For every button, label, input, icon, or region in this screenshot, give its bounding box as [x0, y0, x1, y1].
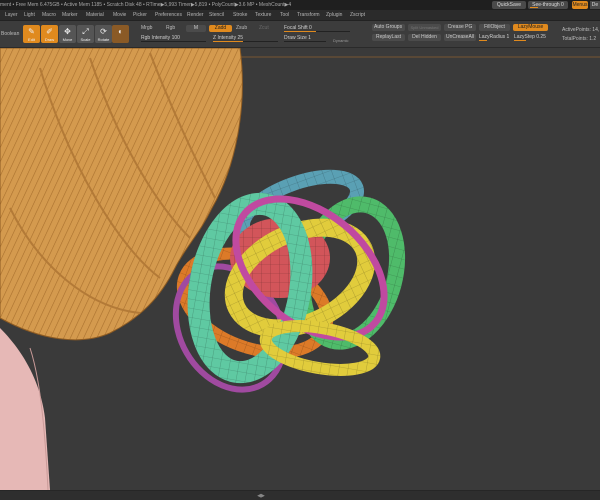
- menu-bar: Layer Light Macro Marker Material Movie …: [0, 10, 600, 21]
- neck-skin: [0, 328, 50, 490]
- rotate-mode-button[interactable]: ⟳ Rotate: [95, 25, 112, 43]
- menu-tool[interactable]: Tool: [280, 10, 289, 21]
- z-intensity-slider[interactable]: Z Intensity 25: [213, 35, 278, 42]
- lazy-mouse-toggle[interactable]: LazyMouse: [513, 24, 548, 31]
- menu-stroke[interactable]: Stroke: [233, 10, 247, 21]
- replay-last-button[interactable]: ReplayLast: [372, 34, 405, 41]
- focal-shift-slider[interactable]: Focal Shift 0: [284, 25, 350, 32]
- total-points-readout: TotalPoints: 1.2: [562, 36, 597, 42]
- menu-layer[interactable]: Layer: [5, 10, 18, 21]
- uncrease-all-button[interactable]: UnCreaseAll: [444, 34, 476, 41]
- material-icon: ◐: [118, 27, 123, 36]
- menu-render[interactable]: Render: [187, 10, 203, 21]
- scale-icon: ⤢: [82, 27, 89, 36]
- menu-texture[interactable]: Texture: [255, 10, 271, 21]
- fill-object-button[interactable]: FillObject: [479, 24, 510, 31]
- rgb-intensity-slider[interactable]: Rgb Intensity 100: [141, 35, 206, 42]
- menu-material[interactable]: Material: [86, 10, 104, 21]
- zadd-toggle[interactable]: Zadd: [209, 25, 232, 32]
- zsub-toggle[interactable]: Zsub: [236, 25, 247, 32]
- edit-mode-button[interactable]: ✎ Edit: [23, 25, 40, 43]
- menu-preferences[interactable]: Preferences: [155, 10, 182, 21]
- draw-size-slider[interactable]: Draw Size 1: [284, 35, 326, 42]
- scale-mode-button[interactable]: ⤢ Scale: [77, 25, 94, 43]
- menu-stencil[interactable]: Stencil: [209, 10, 224, 21]
- draw-mode-button[interactable]: ✐ Draw: [41, 25, 58, 43]
- menu-marker[interactable]: Marker: [62, 10, 78, 21]
- zbrush-window: ment • Free Mem 6.475GB • Active Mem 118…: [0, 0, 600, 500]
- material-swatch[interactable]: ◐: [112, 25, 129, 43]
- menu-movie[interactable]: Movie: [113, 10, 126, 21]
- menu-zscript[interactable]: Zscript: [350, 10, 365, 21]
- draw-icon: ✐: [46, 27, 53, 36]
- menu-light[interactable]: Light: [24, 10, 35, 21]
- lazy-radius-slider[interactable]: LazyRadius 1: [479, 34, 511, 41]
- menu-zplugin[interactable]: Zplugin: [326, 10, 342, 21]
- active-points-readout: ActivePoints: 14,: [562, 27, 600, 33]
- crease-pg-button[interactable]: Crease PG: [444, 24, 476, 31]
- default-script-button[interactable]: De: [590, 1, 600, 9]
- dynamic-toggle[interactable]: Dynamic: [333, 37, 349, 44]
- memory-status: ment • Free Mem 6.475GB • Active Mem 118…: [0, 2, 292, 8]
- move-icon: ✥: [64, 27, 71, 36]
- m-toggle[interactable]: M: [186, 25, 206, 32]
- hair-bun-model: [0, 48, 600, 490]
- mrgb-toggle[interactable]: Mrgb: [141, 25, 152, 32]
- menu-transform[interactable]: Transform: [297, 10, 320, 21]
- tray-grip-icon[interactable]: ◀▶: [256, 494, 266, 499]
- quicksave-button[interactable]: QuickSave: [492, 1, 526, 9]
- menus-toggle[interactable]: Menus: [572, 1, 588, 9]
- lazy-step-slider[interactable]: LazyStep 0.25: [514, 34, 549, 41]
- move-mode-button[interactable]: ✥ Move: [59, 25, 76, 43]
- top-shelf: Boolean ✎ Edit ✐ Draw ✥ Move ⤢ Scale ⟳ R…: [0, 21, 600, 48]
- del-hidden-button[interactable]: Del Hidden: [408, 34, 441, 41]
- auto-groups-button[interactable]: Auto Groups: [372, 24, 405, 31]
- edit-icon: ✎: [28, 27, 35, 36]
- menu-picker[interactable]: Picker: [133, 10, 147, 21]
- rgb-toggle[interactable]: Rgb: [166, 25, 175, 32]
- see-through-slider[interactable]: See-through 0: [528, 1, 568, 9]
- bottom-tray: ◀▶: [0, 490, 600, 500]
- menu-macro[interactable]: Macro: [42, 10, 56, 21]
- boolean-label[interactable]: Boolean: [1, 31, 19, 38]
- split-unmasked-button[interactable]: Split Unmasked: [408, 24, 441, 31]
- canvas-viewport[interactable]: [0, 48, 600, 490]
- rotate-icon: ⟳: [100, 27, 107, 36]
- zcut-toggle[interactable]: Zcut: [259, 25, 269, 32]
